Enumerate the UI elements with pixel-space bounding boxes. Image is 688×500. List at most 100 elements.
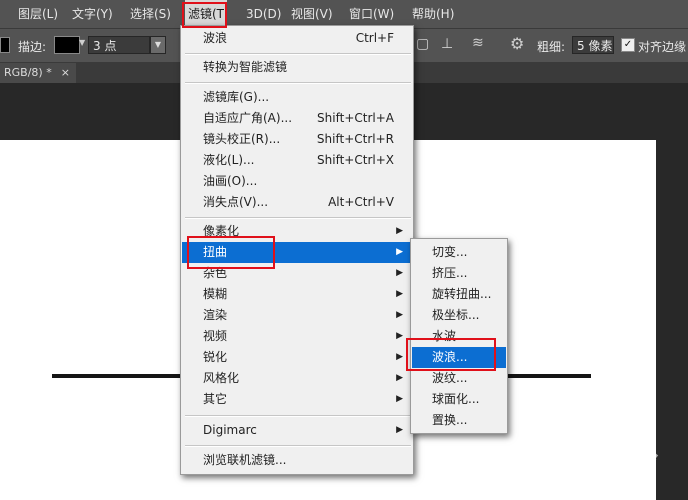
menu-item-shortcut: Shift+Ctrl+X	[317, 153, 394, 167]
menu-item-label: 波浪...	[432, 350, 468, 364]
menu-item-label: 浏览联机滤镜...	[203, 453, 287, 467]
menu-item-label: 风格化	[203, 371, 240, 385]
menu-item-filter-gallery[interactable]: 滤镜库(G)...	[182, 87, 412, 108]
fill-swatch[interactable]	[0, 37, 10, 53]
path-alignment-icon[interactable]: ⊥	[441, 36, 453, 52]
menu-item-distort[interactable]: 扭曲 ▶	[182, 242, 412, 263]
submenu-item-pinch[interactable]: 挤压...	[412, 263, 506, 284]
menu-item-label: 转换为智能滤镜	[203, 60, 288, 74]
menu-item-label: 球面化...	[432, 392, 480, 406]
menu-item-oil-paint[interactable]: 油画(O)...	[182, 171, 412, 192]
align-edges-label: 对齐边缘	[638, 40, 687, 54]
stroke-color-swatch[interactable]	[54, 36, 80, 54]
menu-item-label: 切变...	[432, 245, 468, 259]
menu-separator	[185, 53, 411, 55]
menu-item-shortcut: Ctrl+F	[355, 31, 394, 45]
submenu-item-wave[interactable]: 波浪...	[412, 347, 506, 368]
menu-item-other[interactable]: 其它 ▶	[182, 389, 412, 410]
submenu-item-twirl[interactable]: 旋转扭曲...	[412, 284, 506, 305]
menu-item-video[interactable]: 视频 ▶	[182, 326, 412, 347]
menu-item-label: 挤压...	[432, 266, 468, 280]
menu-item-noise[interactable]: 杂色 ▶	[182, 263, 412, 284]
menu-item-label: 波纹...	[432, 371, 468, 385]
menu-item-browse-online[interactable]: 浏览联机滤镜...	[182, 450, 412, 471]
menu-item-pixelate[interactable]: 像素化 ▶	[182, 221, 412, 242]
chevron-down-icon[interactable]: ▼	[150, 36, 166, 54]
menu-item-label: 自适应广角(A)...	[203, 111, 293, 125]
menu-item-label: 镜头校正(R)...	[203, 132, 281, 146]
stroke-width-field[interactable]: 3 点	[88, 36, 150, 54]
menu-item-label: 旋转扭曲...	[432, 287, 492, 301]
submenu-item-spherize[interactable]: 球面化...	[412, 389, 506, 410]
menu-item-lens-correction[interactable]: 镜头校正(R)... Shift+Ctrl+R	[182, 129, 412, 150]
baidu-watermark: Baidu经验	[530, 436, 680, 476]
menu-help[interactable]: 帮助(H)	[412, 0, 454, 28]
menu-item-label: 水波...	[432, 329, 468, 343]
submenu-arrow-icon: ▶	[396, 268, 403, 278]
menu-item-blur[interactable]: 模糊 ▶	[182, 284, 412, 305]
submenu-arrow-icon: ▶	[396, 247, 403, 257]
submenu-item-shear[interactable]: 切变...	[412, 242, 506, 263]
menu-item-label: Digimarc	[203, 423, 257, 437]
menu-item-last-filter[interactable]: 波浪 Ctrl+F	[182, 28, 412, 49]
menu-item-render[interactable]: 渲染 ▶	[182, 305, 412, 326]
document-tab[interactable]: RGB/8) * ×	[0, 63, 76, 83]
thickness-field[interactable]: 5 像素	[572, 36, 614, 54]
menu-item-label: 波浪	[203, 31, 228, 45]
submenu-item-polar-coordinates[interactable]: 极坐标...	[412, 305, 506, 326]
menu-select[interactable]: 选择(S)	[130, 0, 171, 28]
menu-item-adaptive-wide-angle[interactable]: 自适应广角(A)... Shift+Ctrl+A	[182, 108, 412, 129]
menu-item-label: 其它	[203, 392, 228, 406]
submenu-item-zigzag[interactable]: 水波...	[412, 326, 506, 347]
submenu-arrow-icon: ▶	[396, 289, 403, 299]
menu-item-label: 液化(L)...	[203, 153, 255, 167]
menu-item-label: 模糊	[203, 287, 228, 301]
menu-separator	[185, 217, 411, 219]
menu-item-liquify[interactable]: 液化(L)... Shift+Ctrl+X	[182, 150, 412, 171]
menu-type[interactable]: 文字(Y)	[72, 0, 113, 28]
submenu-arrow-icon: ▶	[396, 310, 403, 320]
menu-item-shortcut: Shift+Ctrl+A	[317, 111, 394, 125]
menu-separator	[185, 445, 411, 447]
document-tab-label: RGB/8) *	[4, 66, 52, 79]
align-edges-checkbox[interactable]: ✓	[621, 38, 635, 52]
menu-layer[interactable]: 图层(L)	[18, 0, 58, 28]
submenu-item-displace[interactable]: 置换...	[412, 410, 506, 431]
path-operations-icon[interactable]: ▢	[416, 36, 429, 52]
menu-item-digimarc[interactable]: Digimarc ▶	[182, 420, 412, 441]
submenu-arrow-icon: ▶	[396, 331, 403, 341]
menu-item-label: 置换...	[432, 413, 468, 427]
menu-item-label: 杂色	[203, 266, 228, 280]
menu-view[interactable]: 视图(V)	[291, 0, 333, 28]
menu-item-label: 消失点(V)...	[203, 195, 269, 209]
chevron-down-icon[interactable]: ▼	[79, 38, 85, 47]
submenu-arrow-icon: ▶	[396, 373, 403, 383]
submenu-item-ripple[interactable]: 波纹...	[412, 368, 506, 389]
menu-item-shortcut: Alt+Ctrl+V	[328, 195, 394, 209]
gear-icon[interactable]: ⚙	[510, 34, 524, 53]
menu-item-label: 锐化	[203, 350, 228, 364]
menu-item-label: 滤镜库(G)...	[203, 90, 270, 104]
menu-item-label: 油画(O)...	[203, 174, 258, 188]
stroke-label: 描边:	[18, 40, 47, 54]
menu-item-label: 渲染	[203, 308, 228, 322]
menu-item-vanishing-point[interactable]: 消失点(V)... Alt+Ctrl+V	[182, 192, 412, 213]
menu-separator	[185, 415, 411, 417]
menu-item-label: 像素化	[203, 224, 240, 238]
path-arrangement-icon[interactable]: ≋	[472, 35, 484, 51]
submenu-arrow-icon: ▶	[396, 352, 403, 362]
close-icon[interactable]: ×	[61, 63, 70, 83]
submenu-arrow-icon: ▶	[396, 226, 403, 236]
menu-3d[interactable]: 3D(D)	[246, 0, 281, 28]
thickness-label: 粗细:	[537, 40, 566, 54]
watermark-text: Baidu经验	[530, 446, 655, 474]
filter-menu: 波浪 Ctrl+F 转换为智能滤镜 滤镜库(G)... 自适应广角(A)... …	[180, 25, 414, 475]
menu-item-stylize[interactable]: 风格化 ▶	[182, 368, 412, 389]
menu-filter[interactable]: 滤镜(T	[185, 0, 228, 28]
menu-item-label: 扭曲	[203, 245, 228, 259]
menu-item-convert-smart-filter[interactable]: 转换为智能滤镜	[182, 57, 412, 78]
menu-item-sharpen[interactable]: 锐化 ▶	[182, 347, 412, 368]
submenu-arrow-icon: ▶	[396, 394, 403, 404]
submenu-arrow-icon: ▶	[396, 425, 403, 435]
menu-window[interactable]: 窗口(W)	[349, 0, 394, 28]
